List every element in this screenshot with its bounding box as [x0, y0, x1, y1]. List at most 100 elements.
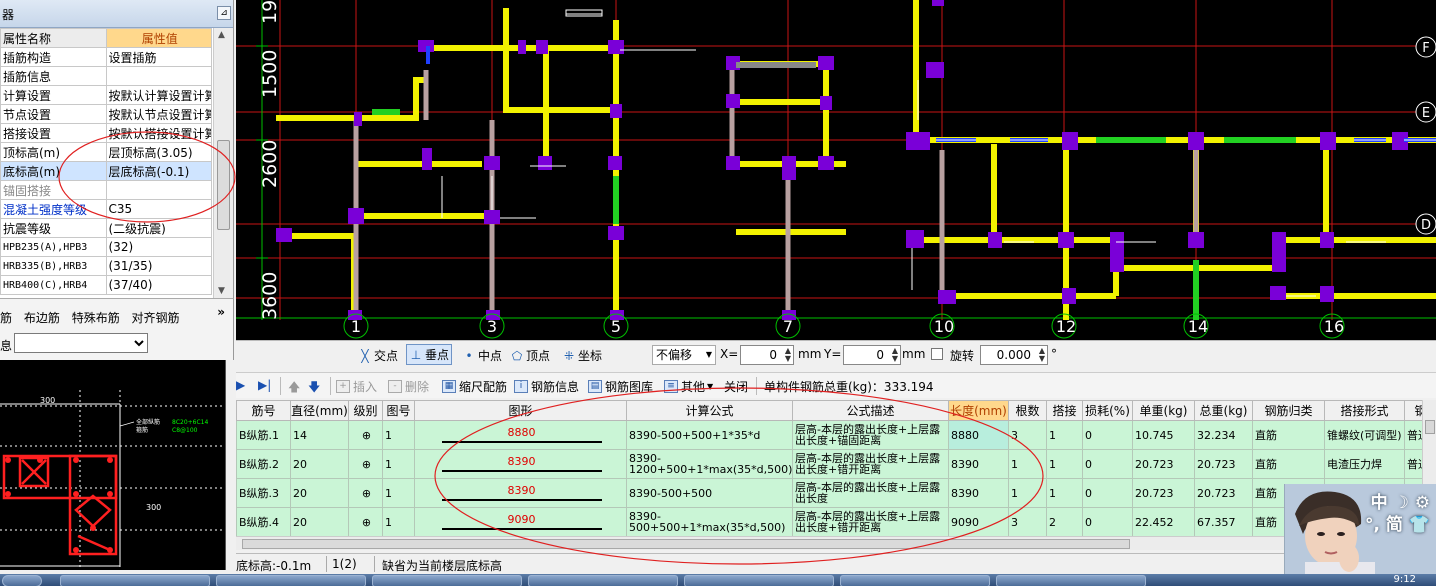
- info-select[interactable]: [14, 333, 148, 353]
- cell-steel[interactable]: 普通: [1404, 449, 1422, 479]
- taskbar-app-button[interactable]: [528, 575, 678, 586]
- prop-row-selected[interactable]: 底标高(m) 层底标高(-0.1): [0, 161, 212, 181]
- cell-grade[interactable]: ⊕: [348, 478, 383, 508]
- cell-lap-type[interactable]: 锥螺纹(可调型): [1324, 420, 1405, 450]
- prop-row[interactable]: 计算设置 按默认计算设置计算: [0, 85, 212, 105]
- cell-name[interactable]: B纵筋.2: [236, 449, 291, 479]
- grid-horizontal-scrollbar[interactable]: [236, 536, 1422, 550]
- prop-value[interactable]: 按默认计算设置计算: [105, 85, 212, 105]
- cell-grade[interactable]: ⊕: [348, 420, 383, 450]
- scroll-thumb[interactable]: [217, 140, 230, 230]
- scroll-thumb[interactable]: [1425, 420, 1435, 434]
- cell-loss[interactable]: 0: [1082, 420, 1133, 450]
- cell-formula[interactable]: 8390-500+500: [626, 478, 793, 508]
- col-header[interactable]: 单重(kg): [1132, 400, 1195, 421]
- col-header[interactable]: 搭接: [1046, 400, 1083, 421]
- cell-unit-weight[interactable]: 22.452: [1132, 507, 1195, 536]
- rebar-info-button[interactable]: i 钢筋信息: [514, 378, 579, 395]
- col-header[interactable]: 图形: [414, 400, 627, 421]
- prop-row[interactable]: 抗震等级 (二级抗震): [0, 218, 212, 238]
- col-header[interactable]: 总重(kg): [1194, 400, 1253, 421]
- close-button[interactable]: 关闭: [724, 378, 748, 395]
- col-header[interactable]: 图号: [382, 400, 415, 421]
- prop-row[interactable]: 顶标高(m) 层顶标高(3.05): [0, 142, 212, 162]
- cell-name[interactable]: B纵筋.4: [236, 507, 291, 536]
- cell-description[interactable]: 层高-本层的露出长度+上层露出长度+锚固距离: [792, 420, 949, 450]
- cell-formula[interactable]: 8390-500+500+1*35*d: [626, 420, 793, 450]
- cell-count[interactable]: 1: [1008, 478, 1047, 508]
- prop-value[interactable]: C35: [105, 199, 212, 219]
- ime-avatar-widget[interactable]: 中 ☽ ⚙ °, 简 👕: [1284, 484, 1436, 574]
- cell-steel[interactable]: 普通: [1404, 420, 1422, 450]
- scale-rebar-button[interactable]: ▦ 缩尺配筋: [442, 378, 507, 395]
- col-header[interactable]: 计算公式: [626, 400, 793, 421]
- spin-arrows-icon[interactable]: ▲ ▼: [892, 347, 898, 363]
- cell-formula[interactable]: 8390-500+500+1*max(35*d,500): [626, 507, 793, 536]
- prop-value[interactable]: (31/35): [105, 256, 212, 276]
- cell-grade[interactable]: ⊕: [348, 507, 383, 536]
- prop-row[interactable]: HRB400(C),HRB4 (37/40): [0, 275, 212, 295]
- rebar-library-button[interactable]: ▤ 钢筋图库: [588, 378, 653, 395]
- cell-lap[interactable]: 2: [1046, 507, 1083, 536]
- cell-lap[interactable]: 1: [1046, 420, 1083, 450]
- spin-arrows-icon[interactable]: ▲ ▼: [1039, 347, 1045, 363]
- y-offset-input[interactable]: 0 ▲ ▼: [843, 345, 901, 365]
- table-row[interactable]: B纵筋.2 20 ⊕ 1 8390 8390-1200+500+1*max(35…: [236, 449, 1422, 479]
- rotate-angle-input[interactable]: 0.000 ▲ ▼: [980, 345, 1048, 365]
- cell-length[interactable]: 8880: [948, 420, 1009, 450]
- cell-total-weight[interactable]: 67.357: [1194, 507, 1253, 536]
- taskbar-clock[interactable]: 9:12: [1394, 574, 1416, 585]
- table-row[interactable]: B纵筋.1 14 ⊕ 1 8880 8390-500+500+1*35*d 层高…: [236, 420, 1422, 450]
- pin-icon[interactable]: ⊿: [217, 6, 231, 20]
- scroll-down-icon[interactable]: ▼: [218, 286, 225, 296]
- table-row[interactable]: B纵筋.3 20 ⊕ 1 8390 8390-500+500 层高-本层的露出长…: [236, 478, 1422, 508]
- more-icon[interactable]: »: [217, 305, 225, 319]
- snap-coordinate-button[interactable]: ⁜ 坐标: [562, 347, 602, 364]
- prop-value[interactable]: (二级抗震): [105, 218, 212, 238]
- cell-lap-type[interactable]: 电渣压力焊: [1324, 449, 1405, 479]
- delete-button[interactable]: - 删除: [388, 378, 429, 395]
- scroll-up-icon[interactable]: ▲: [218, 30, 225, 40]
- offset-mode-dropdown[interactable]: 不偏移 ▼: [652, 345, 716, 365]
- col-header[interactable]: 搭接形式: [1324, 400, 1405, 421]
- toolbar-item[interactable]: 筋: [0, 311, 12, 325]
- rotate-checkbox[interactable]: [931, 348, 943, 360]
- prop-row[interactable]: 混凝土强度等级 C35: [0, 199, 212, 219]
- cell-figure[interactable]: 1: [382, 449, 415, 479]
- ime-status[interactable]: 中 ☽ ⚙ °, 简 👕: [1365, 492, 1430, 536]
- cell-description[interactable]: 层高-本层的露出长度+上层露出长度: [792, 478, 949, 508]
- taskbar-app-button[interactable]: [216, 575, 366, 586]
- snap-midpoint-button[interactable]: • 中点: [462, 347, 502, 364]
- col-header[interactable]: 钢筋归类: [1252, 400, 1325, 421]
- cell-total-weight[interactable]: 20.723: [1194, 478, 1253, 508]
- cell-diameter[interactable]: 20: [290, 478, 349, 508]
- col-header[interactable]: 损耗(%): [1082, 400, 1133, 421]
- cell-loss[interactable]: 0: [1082, 449, 1133, 479]
- move-down-button[interactable]: 🡇: [308, 378, 320, 399]
- prop-value[interactable]: (37/40): [105, 275, 212, 295]
- col-header[interactable]: 级别: [348, 400, 383, 421]
- cell-count[interactable]: 3: [1008, 420, 1047, 450]
- prop-row[interactable]: 搭接设置 按默认搭接设置计算: [0, 123, 212, 143]
- toolbar-item[interactable]: 布边筋: [24, 311, 60, 325]
- cell-loss[interactable]: 0: [1082, 507, 1133, 536]
- prop-group-name[interactable]: 锚固搭接: [0, 180, 107, 200]
- toolbar-item[interactable]: 特殊布筋: [72, 311, 120, 325]
- cad-canvas[interactable]: 1900 1500 2600 3600 F E D: [236, 0, 1436, 340]
- prop-row[interactable]: HPB235(A),HPB3 (32): [0, 237, 212, 257]
- section-preview[interactable]: 300 300 450 300 全部纵筋 箍筋 8C20+6C14 C8@100: [0, 360, 226, 570]
- cell-description[interactable]: 层高-本层的露出长度+上层露出长度+错开距离: [792, 449, 949, 479]
- prop-value[interactable]: 按默认搭接设置计算: [105, 123, 212, 143]
- col-header[interactable]: 公式描述: [792, 400, 949, 421]
- cell-diameter[interactable]: 20: [290, 449, 349, 479]
- start-button[interactable]: [2, 575, 42, 586]
- toolbar-item[interactable]: 对齐钢筋: [132, 311, 180, 325]
- cell-shape[interactable]: 8880: [414, 420, 627, 450]
- snap-intersection-button[interactable]: ╳ 交点: [358, 347, 398, 364]
- cell-length[interactable]: 9090: [948, 507, 1009, 536]
- prop-row[interactable]: HRB335(B),HRB3 (31/35): [0, 256, 212, 276]
- cell-unit-weight[interactable]: 20.723: [1132, 449, 1195, 479]
- cell-count[interactable]: 3: [1008, 507, 1047, 536]
- spin-arrows-icon[interactable]: ▲ ▼: [785, 347, 791, 363]
- prop-value[interactable]: 层底标高(-0.1): [105, 161, 212, 181]
